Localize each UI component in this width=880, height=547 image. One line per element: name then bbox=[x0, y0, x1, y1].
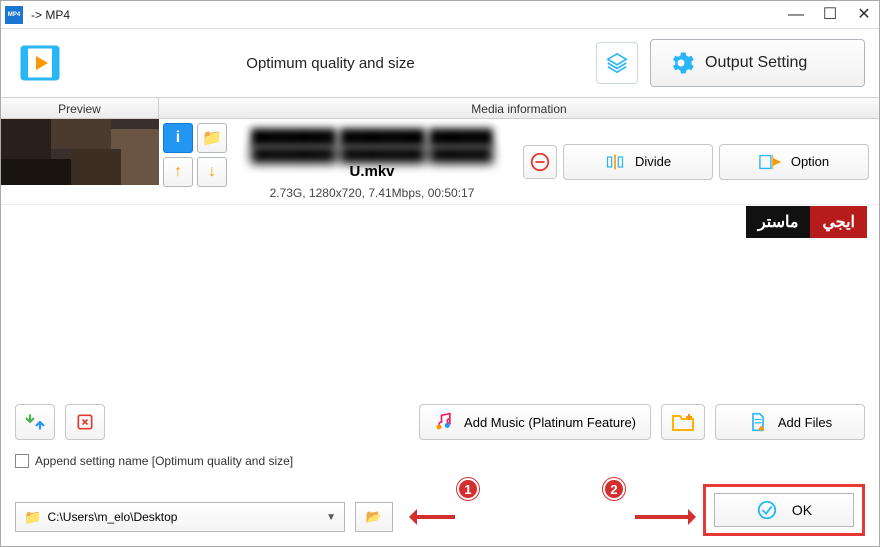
row-actions: Divide Option bbox=[513, 119, 879, 204]
watermark-text-2: ايجي bbox=[810, 206, 867, 238]
file-plus-icon bbox=[748, 412, 768, 432]
folder-icon: 📁 bbox=[202, 128, 222, 148]
move-up-button[interactable]: ↑ bbox=[163, 157, 193, 187]
col-media-header: Media information bbox=[159, 98, 879, 118]
path-row: 📁 C:\Users\m_elo\Desktop ▼ 📂 1 2 OK bbox=[15, 502, 865, 532]
check-circle-icon bbox=[756, 499, 778, 521]
arrow-up-icon: ↑ bbox=[174, 163, 182, 181]
file-row: i 📁 ↑ ↓ ████████ ████████ ██████ ███████… bbox=[1, 119, 879, 205]
info-icon: i bbox=[176, 129, 180, 147]
watermark: ماستر ايجي bbox=[746, 206, 867, 238]
media-info: ████████ ████████ ██████ ████████ ██████… bbox=[231, 119, 513, 204]
option-icon bbox=[759, 152, 781, 172]
annotation-arrow-2 bbox=[635, 515, 690, 519]
layers-icon bbox=[606, 52, 628, 74]
file-name-blurred: ████████ ████████ ██████ bbox=[251, 129, 493, 146]
ok-button[interactable]: OK bbox=[714, 493, 854, 527]
maximize-button[interactable]: ☐ bbox=[821, 7, 839, 23]
gear-icon bbox=[667, 49, 695, 77]
divide-button[interactable]: Divide bbox=[563, 144, 713, 180]
layers-button[interactable] bbox=[596, 42, 638, 84]
ok-highlight-box: OK bbox=[703, 484, 865, 536]
file-name-blurred-2: ████████ ████████ ██████ bbox=[251, 146, 493, 163]
option-label: Option bbox=[791, 154, 829, 169]
annotation-arrow-1 bbox=[415, 515, 455, 519]
output-path-text: C:\Users\m_elo\Desktop bbox=[47, 510, 177, 524]
remove-file-button[interactable] bbox=[523, 145, 557, 179]
column-header: Preview Media information bbox=[1, 97, 879, 119]
window-controls: — ☐ ✕ bbox=[787, 7, 873, 23]
window-title: -> MP4 bbox=[31, 8, 70, 22]
minimize-button[interactable]: — bbox=[787, 7, 805, 23]
divide-label: Divide bbox=[635, 154, 671, 169]
folder-open-icon: 📂 bbox=[366, 509, 382, 525]
video-thumbnail[interactable] bbox=[1, 119, 159, 185]
append-setting-label: Append setting name [Optimum quality and… bbox=[35, 454, 293, 468]
add-files-label: Add Files bbox=[778, 415, 832, 430]
add-music-label: Add Music (Platinum Feature) bbox=[464, 415, 636, 430]
folder-plus-icon bbox=[671, 412, 695, 432]
merge-button[interactable] bbox=[15, 404, 55, 440]
output-setting-label: Output Setting bbox=[705, 54, 807, 72]
folder-icon: 📁 bbox=[24, 509, 41, 526]
clear-list-button[interactable] bbox=[65, 404, 105, 440]
music-icon bbox=[434, 412, 454, 432]
close-button[interactable]: ✕ bbox=[855, 7, 873, 23]
chevron-down-icon: ▼ bbox=[326, 512, 336, 523]
divide-icon bbox=[605, 152, 625, 172]
option-button[interactable]: Option bbox=[719, 144, 869, 180]
append-setting-row: Append setting name [Optimum quality and… bbox=[15, 454, 865, 468]
file-name-tail: U.mkv bbox=[349, 163, 394, 180]
bottombar: Add Music (Platinum Feature) Add Files bbox=[1, 394, 879, 546]
ok-label: OK bbox=[792, 502, 812, 518]
browse-folder-button[interactable]: 📂 bbox=[355, 502, 393, 532]
annotation-callout-1: 1 bbox=[457, 478, 479, 500]
remove-icon bbox=[529, 151, 551, 173]
add-music-button[interactable]: Add Music (Platinum Feature) bbox=[419, 404, 651, 440]
action-row: Add Music (Platinum Feature) Add Files bbox=[15, 404, 865, 440]
app-icon: MP4 bbox=[5, 6, 23, 24]
titlebar: MP4 -> MP4 — ☐ ✕ bbox=[1, 1, 879, 29]
row-controls: i 📁 ↑ ↓ bbox=[159, 119, 231, 204]
quality-preset-label: Optimum quality and size bbox=[77, 55, 584, 72]
app-window: MP4 -> MP4 — ☐ ✕ Optimum quality and siz… bbox=[0, 0, 880, 547]
move-down-button[interactable]: ↓ bbox=[197, 157, 227, 187]
info-button[interactable]: i bbox=[163, 123, 193, 153]
add-files-button[interactable]: Add Files bbox=[715, 404, 865, 440]
annotation-callout-2: 2 bbox=[603, 478, 625, 500]
output-setting-button[interactable]: Output Setting bbox=[650, 39, 865, 87]
topbar: Optimum quality and size Output Setting bbox=[1, 29, 879, 97]
arrow-down-icon: ↓ bbox=[208, 163, 216, 181]
watermark-text-1: ماستر bbox=[746, 206, 811, 238]
append-setting-checkbox[interactable] bbox=[15, 454, 29, 468]
col-preview-header: Preview bbox=[1, 98, 159, 118]
clear-icon bbox=[75, 412, 95, 432]
open-folder-button[interactable]: 📁 bbox=[197, 123, 227, 153]
file-meta: 2.73G, 1280x720, 7.41Mbps, 00:50:17 bbox=[239, 186, 505, 200]
app-logo-icon bbox=[15, 38, 65, 88]
merge-icon bbox=[25, 412, 45, 432]
output-path-combo[interactable]: 📁 C:\Users\m_elo\Desktop ▼ bbox=[15, 502, 345, 532]
add-folder-button[interactable] bbox=[661, 404, 705, 440]
